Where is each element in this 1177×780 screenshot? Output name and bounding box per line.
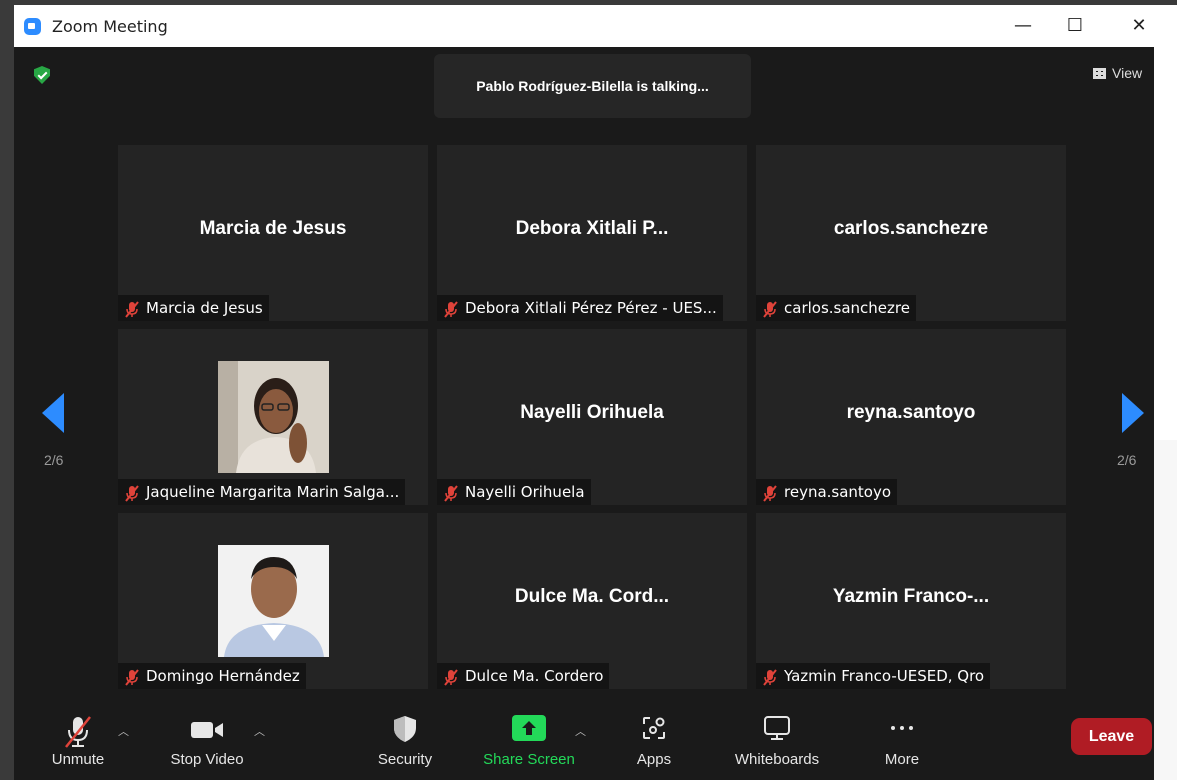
share-screen-label: Share Screen [483,751,575,768]
zoom-window: Zoom Meeting — ☐ ✕ Pablo Rodríguez-Bilel… [14,5,1154,780]
participant-tile[interactable]: reyna.santoyo reyna.santoyo [756,329,1066,505]
participant-caption: carlos.sanchezre [756,295,916,321]
participant-caption-name: Debora Xitlali Pérez Pérez - UES... [465,299,717,317]
background-window-edge [1154,440,1177,780]
participant-caption-name: Jaqueline Margarita Marin Salga... [146,483,400,501]
participant-caption: Marcia de Jesus [118,295,269,321]
participant-display-name: carlos.sanchezre [833,218,989,239]
participant-caption-name: Yazmin Franco-UESED, Qro [784,667,985,685]
participant-tile[interactable]: Dulce Ma. Cord... Dulce Ma. Cordero [437,513,747,689]
active-speaker-banner: Pablo Rodríguez-Bilella is talking... [434,54,751,118]
participant-display-name: Yazmin Franco-... [832,586,990,607]
grid-view-icon [1093,68,1106,79]
encryption-shield-icon[interactable] [34,66,50,84]
security-shield-icon [394,716,416,742]
meeting-content: Pablo Rodríguez-Bilella is talking... Vi… [14,47,1154,780]
muted-microphone-icon [124,300,140,318]
participant-caption-name: Domingo Hernández [146,667,300,685]
participant-display-name: Debora Xitlali P... [515,218,669,239]
participant-tile[interactable]: Domingo Hernández [118,513,428,689]
whiteboards-button[interactable]: Whiteboards [722,703,832,780]
participant-caption-name: Nayelli Orihuela [465,483,585,501]
participant-tile[interactable]: Debora Xitlali P... Debora Xitlali Pérez … [437,145,747,321]
unmute-button[interactable]: Unmute [42,703,114,780]
participant-tile[interactable]: Jaqueline Margarita Marin Salga... [118,329,428,505]
share-screen-arrow-icon [512,715,546,741]
security-button[interactable]: Security [369,703,441,780]
meeting-toolbar: Unmute ︿ Stop Video ︿ Security Share Scr… [14,703,1154,780]
whiteboards-label: Whiteboards [734,751,820,768]
stop-video-label: Stop Video [170,751,244,768]
muted-microphone-icon [762,668,778,686]
participant-caption: Debora Xitlali Pérez Pérez - UES... [437,295,723,321]
muted-microphone-icon [124,484,140,502]
participant-video-photo [218,545,329,657]
participant-caption-name: Dulce Ma. Cordero [465,667,604,685]
participant-display-name: Nayelli Orihuela [520,402,664,423]
security-label: Security [377,751,433,768]
page-indicator-left: 2/6 [44,452,64,468]
muted-microphone-icon [762,484,778,502]
maximize-button[interactable]: ☐ [1060,13,1090,39]
audio-options-caret-icon[interactable]: ︿ [118,723,129,739]
participant-caption: Domingo Hernández [118,663,306,689]
participant-tile[interactable]: Nayelli Orihuela Nayelli Orihuela [437,329,747,505]
participant-tile[interactable]: Yazmin Franco-... Yazmin Franco-UESED, Qr… [756,513,1066,689]
more-button[interactable]: More [866,703,938,780]
leave-button[interactable]: Leave [1071,718,1152,755]
more-label: More [884,751,920,768]
muted-microphone-icon [443,300,459,318]
share-options-caret-icon[interactable]: ︿ [575,723,586,739]
participant-caption: Nayelli Orihuela [437,479,591,505]
participant-caption-name: reyna.santoyo [784,483,892,501]
participant-caption: reyna.santoyo [756,479,898,505]
page-indicator-right: 2/6 [1117,452,1137,468]
apps-icon [643,717,665,739]
muted-microphone-icon [443,484,459,502]
video-camera-icon [191,722,223,738]
participant-caption: Dulce Ma. Cordero [437,663,610,689]
participant-caption-name: Marcia de Jesus [146,299,263,317]
muted-microphone-icon [124,668,140,686]
participant-tile[interactable]: carlos.sanchezre carlos.sanchezre [756,145,1066,321]
close-button[interactable]: ✕ [1124,13,1154,39]
video-options-caret-icon[interactable]: ︿ [254,723,265,739]
participant-display-name: Marcia de Jesus [199,218,347,239]
view-label: View [1112,65,1143,81]
participant-tile[interactable]: Marcia de Jesus Marcia de Jesus [118,145,428,321]
participant-display-name: Dulce Ma. Cord... [514,586,670,607]
muted-microphone-icon [65,716,91,748]
stop-video-button[interactable]: Stop Video [162,703,252,780]
zoom-logo-icon [24,18,41,35]
background-window-edge [1154,5,1177,440]
next-page-arrow-icon[interactable] [1122,393,1144,433]
window-title: Zoom Meeting [52,17,168,36]
participant-caption: Jaqueline Margarita Marin Salga... [118,479,406,505]
muted-microphone-icon [762,300,778,318]
unmute-label: Unmute [51,751,105,768]
participant-caption: Yazmin Franco-UESED, Qro [756,663,991,689]
participant-caption-name: carlos.sanchezre [784,299,910,317]
muted-microphone-icon [443,668,459,686]
whiteboard-icon [764,716,790,740]
view-button[interactable]: View [1084,65,1154,89]
participant-display-name: reyna.santoyo [846,402,976,423]
minimize-button[interactable]: — [1008,13,1038,39]
participant-video-photo [218,361,329,473]
share-screen-button[interactable]: Share Screen [476,703,582,780]
more-ellipsis-icon [891,726,913,730]
apps-button[interactable]: Apps [626,703,682,780]
previous-page-arrow-icon[interactable] [42,393,64,433]
apps-label: Apps [636,751,672,768]
title-bar: Zoom Meeting — ☐ ✕ [14,5,1154,47]
